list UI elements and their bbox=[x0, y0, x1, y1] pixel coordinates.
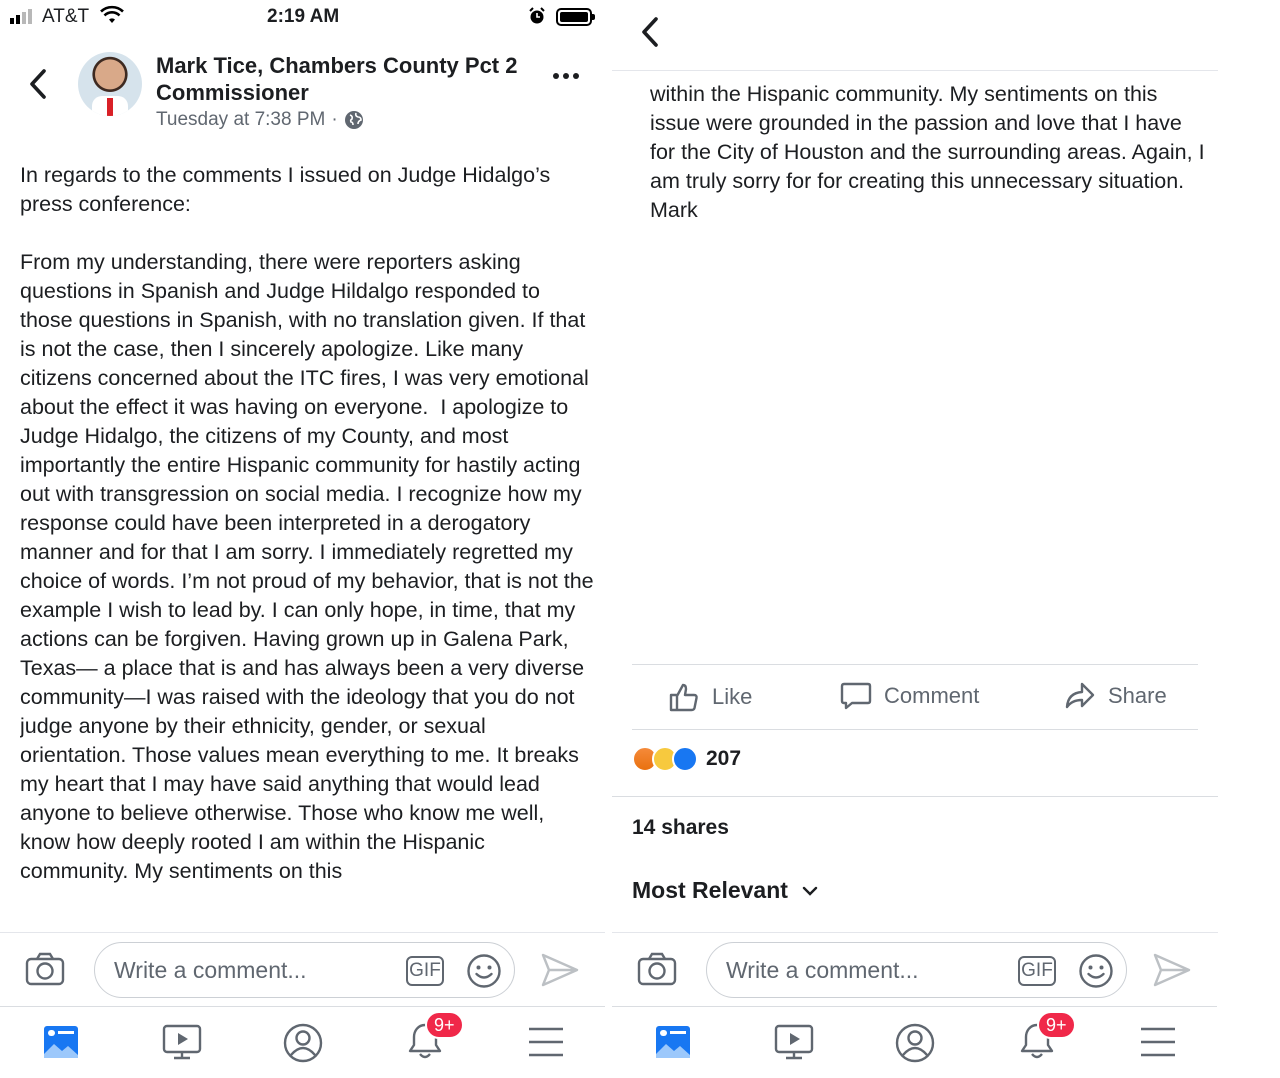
carrier-label: AT&T bbox=[42, 6, 90, 27]
menu-icon[interactable] bbox=[527, 1023, 565, 1061]
notifications-tab[interactable]: 9+ bbox=[405, 1011, 464, 1066]
watch-icon[interactable] bbox=[774, 1023, 814, 1061]
share-label: Share bbox=[1108, 683, 1167, 708]
reactions-summary[interactable]: 207 bbox=[632, 746, 741, 772]
back-arrow-icon[interactable] bbox=[28, 68, 48, 100]
more-options-icon[interactable] bbox=[553, 73, 579, 79]
post-meta: Tuesday at 7:38 PM · bbox=[156, 109, 364, 131]
right-screen: within the Hispanic community. My sentim… bbox=[612, 0, 1218, 1078]
camera-icon[interactable] bbox=[25, 952, 65, 986]
like-label: Like bbox=[712, 684, 753, 709]
news-feed-icon[interactable] bbox=[654, 1023, 692, 1061]
like-button[interactable]: Like bbox=[668, 681, 752, 713]
profile-icon[interactable] bbox=[895, 1023, 935, 1063]
gif-button[interactable]: GIF bbox=[406, 956, 444, 986]
signal-icon bbox=[10, 8, 32, 24]
alarm-icon bbox=[529, 7, 545, 24]
globe-icon bbox=[344, 111, 363, 129]
news-feed-icon[interactable] bbox=[42, 1023, 80, 1061]
comment-icon bbox=[840, 682, 872, 710]
notifications-badge: 9+ bbox=[425, 1011, 464, 1039]
gif-button[interactable]: GIF bbox=[1018, 956, 1056, 986]
profile-icon[interactable] bbox=[283, 1023, 323, 1063]
left-screen: AT&T 2:19 AM Mark Tice, Chambers County … bbox=[0, 0, 605, 1078]
post-paragraph: From my understanding, there were report… bbox=[20, 250, 594, 883]
camera-icon[interactable] bbox=[637, 952, 677, 986]
comment-input[interactable]: Write a comment... GIF bbox=[706, 942, 1127, 998]
send-icon[interactable] bbox=[1152, 952, 1192, 988]
chevron-down-icon bbox=[802, 886, 818, 896]
notifications-badge: 9+ bbox=[1037, 1011, 1076, 1039]
comment-button[interactable]: Comment bbox=[840, 681, 979, 711]
header-divider bbox=[612, 70, 1218, 71]
share-button[interactable]: Share bbox=[1064, 681, 1167, 711]
thumbs-up-icon bbox=[669, 683, 698, 712]
comment-composer: Write a comment... GIF bbox=[0, 932, 605, 1006]
sort-label: Most Relevant bbox=[632, 877, 788, 903]
back-arrow-icon[interactable] bbox=[640, 16, 660, 48]
comment-label: Comment bbox=[884, 683, 980, 708]
post-timestamp[interactable]: Tuesday at 7:38 PM bbox=[156, 109, 325, 131]
post-body-continued: within the Hispanic community. My sentim… bbox=[650, 82, 1205, 222]
share-count[interactable]: 14 shares bbox=[632, 816, 729, 840]
status-bar: AT&T 2:19 AM bbox=[0, 0, 605, 34]
sticker-icon[interactable] bbox=[1078, 953, 1114, 989]
reaction-count: 207 bbox=[706, 747, 742, 770]
bottom-nav: 9+ bbox=[0, 1006, 605, 1078]
author-name[interactable]: Mark Tice, Chambers County Pct 2 Commiss… bbox=[156, 52, 536, 106]
divider bbox=[612, 796, 1218, 797]
sticker-icon[interactable] bbox=[466, 953, 502, 989]
clock: 2:19 AM bbox=[267, 6, 340, 27]
watch-icon[interactable] bbox=[162, 1023, 202, 1061]
comment-placeholder: Write a comment... bbox=[726, 957, 919, 983]
post-paragraph: In regards to the comments I issued on J… bbox=[20, 163, 557, 216]
author-avatar[interactable] bbox=[78, 52, 142, 116]
menu-icon[interactable] bbox=[1139, 1023, 1177, 1061]
comment-sort-dropdown[interactable]: Most Relevant bbox=[632, 877, 818, 904]
meta-separator: · bbox=[331, 109, 338, 130]
wifi-icon bbox=[100, 5, 124, 23]
bottom-nav: 9+ bbox=[612, 1006, 1217, 1078]
like-reaction-icon bbox=[672, 746, 698, 772]
action-bar: Like Comment Share bbox=[632, 664, 1198, 730]
comment-placeholder: Write a comment... bbox=[114, 957, 307, 983]
battery-icon bbox=[556, 8, 595, 26]
comment-input[interactable]: Write a comment... GIF bbox=[94, 942, 515, 998]
post-body: In regards to the comments I issued on J… bbox=[20, 161, 595, 931]
comment-composer: Write a comment... GIF bbox=[612, 932, 1218, 1006]
share-icon bbox=[1065, 682, 1095, 709]
notifications-tab[interactable]: 9+ bbox=[1017, 1011, 1076, 1066]
send-icon[interactable] bbox=[540, 952, 580, 988]
